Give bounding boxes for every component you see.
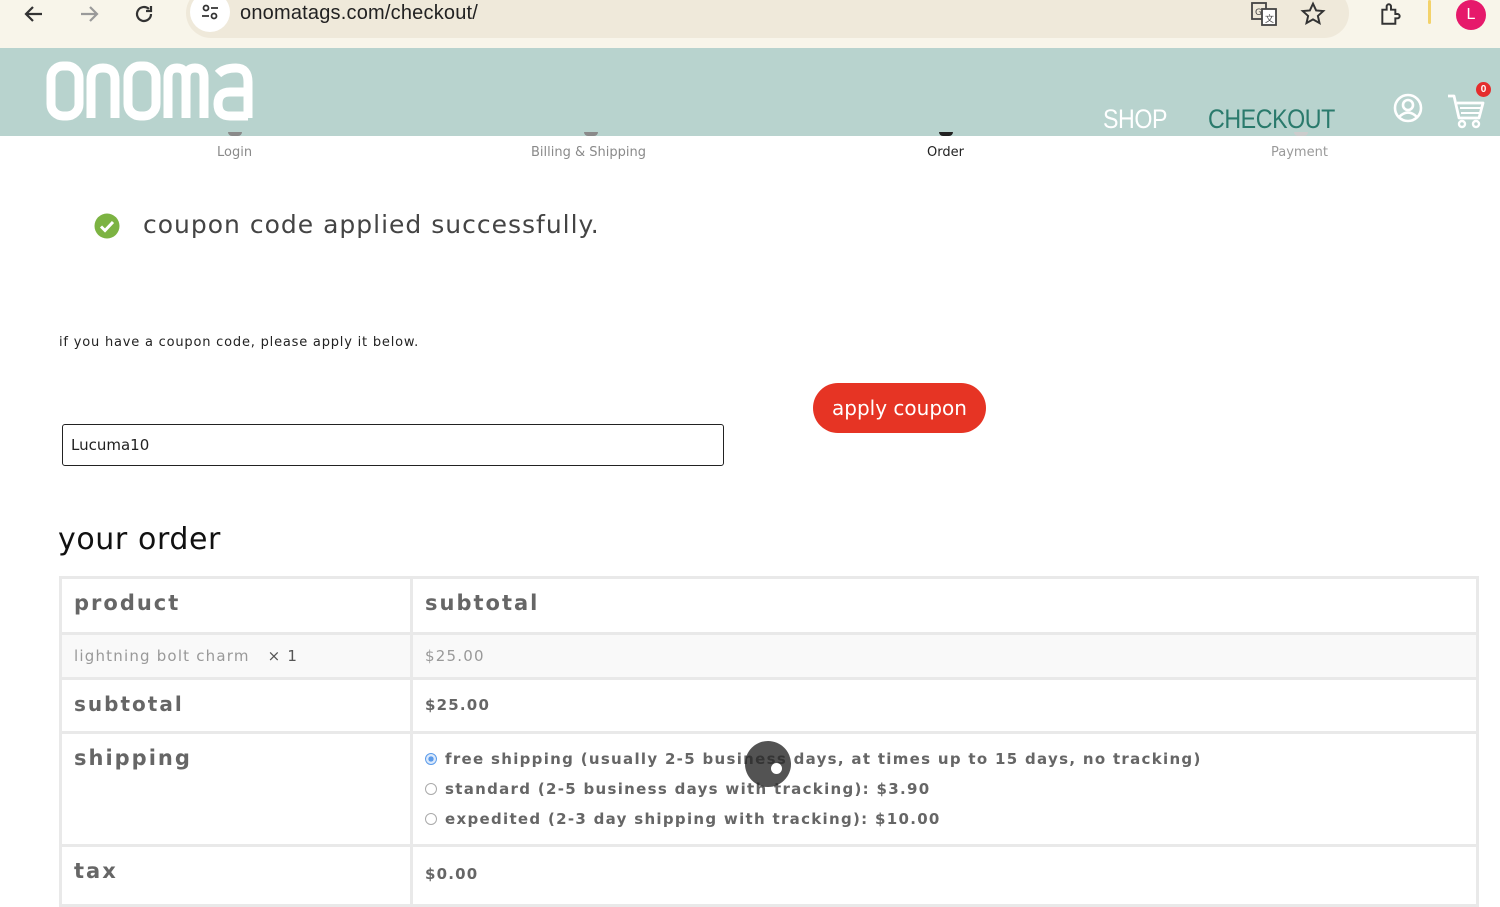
browser-toolbar: onomatags.com/checkout/ G文 L [0,0,1500,48]
extensions-icon[interactable] [1376,0,1406,28]
order-title: your order [58,522,221,557]
tax-row: tax $0.00 [59,844,1479,907]
apply-coupon-button[interactable]: apply coupon [813,383,986,433]
shipping-radio[interactable] [425,753,437,765]
subtotal-header: subtotal [410,576,1479,635]
menu-shop-link[interactable]: SHOP [1103,104,1168,135]
step-marker [939,132,953,136]
cart-count-badge: 0 [1476,82,1491,97]
shipping-options: free shipping (usually 2-5 business days… [410,731,1479,847]
step-payment[interactable]: Payment [1271,145,1328,160]
subtotal-label: subtotal [59,677,413,734]
tax-value: $0.00 [410,844,1479,907]
shipping-option-label[interactable]: standard (2-5 business days with trackin… [445,780,930,798]
account-icon[interactable] [1392,92,1424,124]
shipping-option-label[interactable]: free shipping (usually 2-5 business days… [445,750,1202,768]
table-header-row: product subtotal [59,576,1479,635]
coupon-success-message: coupon code applied successfully. [143,210,600,239]
step-login[interactable]: Login [217,145,252,160]
success-check-icon [94,213,120,239]
profile-avatar[interactable]: L [1456,0,1486,30]
step-order[interactable]: Order [927,145,964,160]
mouse-cursor-indicator [745,741,791,787]
reload-icon[interactable] [130,0,158,28]
shipping-radio[interactable] [425,813,437,825]
shipping-label: shipping [59,731,413,847]
svg-text:G: G [1255,8,1262,18]
shipping-option-label[interactable]: expedited (2-3 day shipping with trackin… [445,810,941,828]
toolbar-separator [1428,0,1431,24]
step-marker [1294,132,1308,136]
coupon-code-input[interactable] [62,424,724,466]
url-text[interactable]: onomatags.com/checkout/ [240,2,478,25]
item-qty: × 1 [267,647,299,665]
product-header: product [59,576,413,635]
step-marker [228,132,242,136]
subtotal-value: $25.00 [410,677,1479,734]
translate-icon[interactable]: G文 [1249,0,1279,28]
bookmark-star-icon[interactable] [1298,0,1328,28]
item-product-cell: lightning bolt charm × 1 [59,632,413,680]
onoma-logo[interactable] [46,56,278,126]
tax-label: tax [59,844,413,907]
shipping-option-expedited[interactable]: expedited (2-3 day shipping with trackin… [425,804,1464,834]
back-icon[interactable] [20,0,48,28]
shipping-radio[interactable] [425,783,437,795]
subtotal-row: subtotal $25.00 [59,677,1479,734]
step-billing-shipping[interactable]: Billing & Shipping [531,145,646,160]
coupon-hint: if you have a coupon code, please apply … [59,335,420,350]
shipping-option-free[interactable]: free shipping (usually 2-5 business days… [425,744,1464,774]
forward-icon[interactable] [75,0,103,28]
shipping-option-standard[interactable]: standard (2-5 business days with trackin… [425,774,1464,804]
step-marker [584,132,598,136]
menu-checkout-link[interactable]: CHECKOUT [1208,104,1335,135]
site-header: SHOP CHECKOUT 0 [0,48,1500,136]
item-price: $25.00 [410,632,1479,680]
svg-text:文: 文 [1265,13,1274,25]
item-name: lightning bolt charm [74,647,250,665]
table-row: lightning bolt charm × 1 $25.00 [59,632,1479,680]
